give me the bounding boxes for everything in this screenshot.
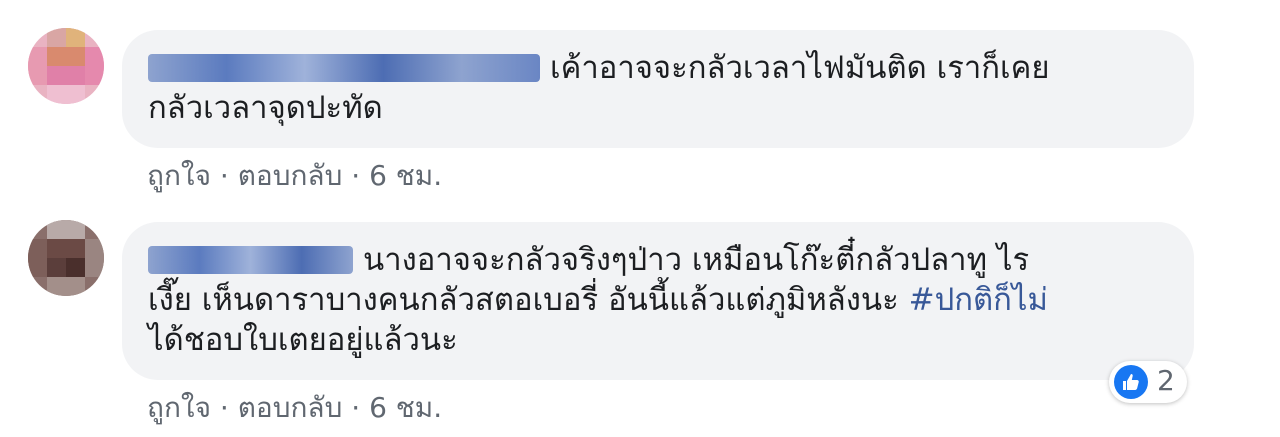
comment-actions: ถูกใจ · ตอบกลับ · 6 ชม. — [147, 154, 442, 198]
reaction-count: 2 — [1157, 364, 1175, 397]
comment-actions: ถูกใจ · ตอบกลับ · 6 ชม. — [147, 386, 442, 430]
timestamp[interactable]: 6 ชม. — [369, 159, 442, 192]
separator: · — [210, 159, 238, 193]
reply-link[interactable]: ตอบกลับ — [238, 391, 343, 424]
comment-text: นางอาจจะกลัวจริงๆป่าว เหมือนโก๊ะตี๋กลัวป… — [148, 242, 1048, 358]
blurred-author-name[interactable] — [148, 54, 540, 82]
avatar[interactable] — [28, 220, 104, 296]
reply-link[interactable]: ตอบกลับ — [238, 159, 343, 192]
like-link[interactable]: ถูกใจ — [147, 159, 211, 192]
comment-text: เค้าอาจจะกลัวเวลาไฟมันติด เราก็เคย กลัวเ… — [148, 50, 1050, 126]
like-icon — [1114, 365, 1148, 399]
timestamp[interactable]: 6 ชม. — [369, 391, 442, 424]
comment-bubble: เค้าอาจจะกลัวเวลาไฟมันติด เราก็เคย กลัวเ… — [122, 30, 1194, 148]
hashtag-link[interactable]: #ปกติก็ไม่ — [909, 282, 1048, 318]
comment-bubble: นางอาจจะกลัวจริงๆป่าว เหมือนโก๊ะตี๋กลัวป… — [122, 222, 1194, 380]
separator: · — [342, 391, 370, 425]
blurred-author-name[interactable] — [148, 246, 353, 274]
reaction-summary[interactable]: 2 — [1109, 361, 1187, 403]
separator: · — [342, 159, 370, 193]
like-link[interactable]: ถูกใจ — [147, 391, 211, 424]
separator: · — [210, 391, 238, 425]
avatar[interactable] — [28, 28, 104, 104]
